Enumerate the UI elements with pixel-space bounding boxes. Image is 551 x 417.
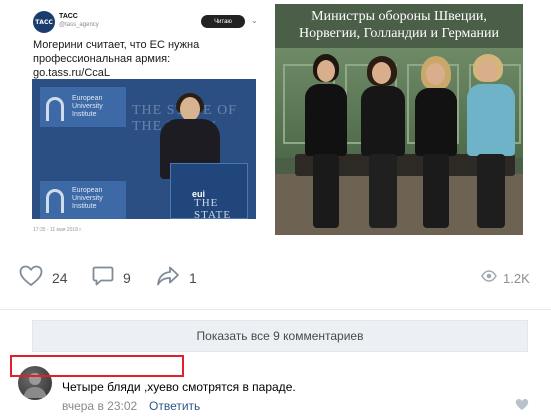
photo-caption: Министры обороны Швеции, Норвегии, Голла… [275, 8, 523, 42]
comment-like-button[interactable] [515, 398, 529, 416]
like-button[interactable]: 24 [19, 262, 68, 294]
tweet-text-line: профессиональная армия: [33, 53, 171, 65]
banner-text-bottom: European University Institute [72, 187, 103, 210]
photo-banner-top: European University Institute [40, 87, 126, 127]
speaker-face [180, 97, 200, 121]
podium-text: THE STATE [194, 197, 232, 219]
caption-line: Министры обороны Швеции, [311, 9, 487, 24]
embedded-tweet-card[interactable]: ТАСС ТАСС @tass_agency Читаю ⌄ Могерини … [30, 5, 262, 237]
caption-line: Норвегии, Голландии и Германии [298, 26, 500, 41]
banner-text-top: European University Institute [72, 95, 103, 118]
tweet-timestamp: 17:35 - 11 мая 2018 г. [33, 227, 82, 233]
tweet-photo[interactable]: European University Institute European U… [32, 79, 256, 219]
eye-icon [481, 269, 497, 287]
tass-logo: ТАСС [33, 11, 55, 33]
arch-logo [46, 97, 64, 121]
annotation-highlight-box [10, 355, 184, 377]
tweet-text: Могерини считает, что ЕС нужна профессио… [33, 38, 259, 80]
comments-count: 9 [123, 270, 131, 286]
comment-timestamp[interactable]: вчера в 23:02 [62, 399, 137, 413]
tweet-link[interactable]: go.tass.ru/CcaL [33, 66, 259, 80]
comment-button[interactable]: 9 [92, 262, 131, 294]
photo-banner-bottom: European University Institute [40, 181, 126, 219]
divider [0, 309, 551, 310]
arch-logo [46, 189, 64, 213]
comment-bubble-icon [92, 265, 114, 292]
post-actions-bar: 24 9 1 [0, 262, 551, 294]
tweet-text-line: Могерини считает, что ЕС нужна [33, 39, 200, 51]
reply-link[interactable]: Ответить [149, 399, 200, 413]
ministers-photo[interactable]: Министры обороны Швеции, Норвегии, Голла… [275, 4, 523, 235]
chevron-down-icon[interactable]: ⌄ [251, 16, 258, 25]
comment-text: Четыре бляди ,хуево смотрятся в параде. [62, 380, 296, 394]
share-arrow-icon [156, 265, 180, 292]
tweet-account-handle: @tass_agency [59, 22, 99, 28]
likes-count: 24 [52, 270, 68, 286]
heart-icon [19, 265, 43, 292]
views-counter: 1.2K [481, 262, 530, 294]
views-count: 1.2K [503, 270, 530, 286]
heart-icon [515, 398, 529, 415]
tweet-header: ТАСС ТАСС @tass_agency Читаю ⌄ [33, 9, 259, 35]
shares-count: 1 [189, 270, 197, 286]
tweet-follow-button[interactable]: Читаю [201, 15, 245, 28]
share-button[interactable]: 1 [156, 262, 197, 294]
tweet-account-name: ТАСС [59, 13, 78, 20]
show-all-comments-button[interactable]: Показать все 9 комментариев [32, 320, 528, 352]
